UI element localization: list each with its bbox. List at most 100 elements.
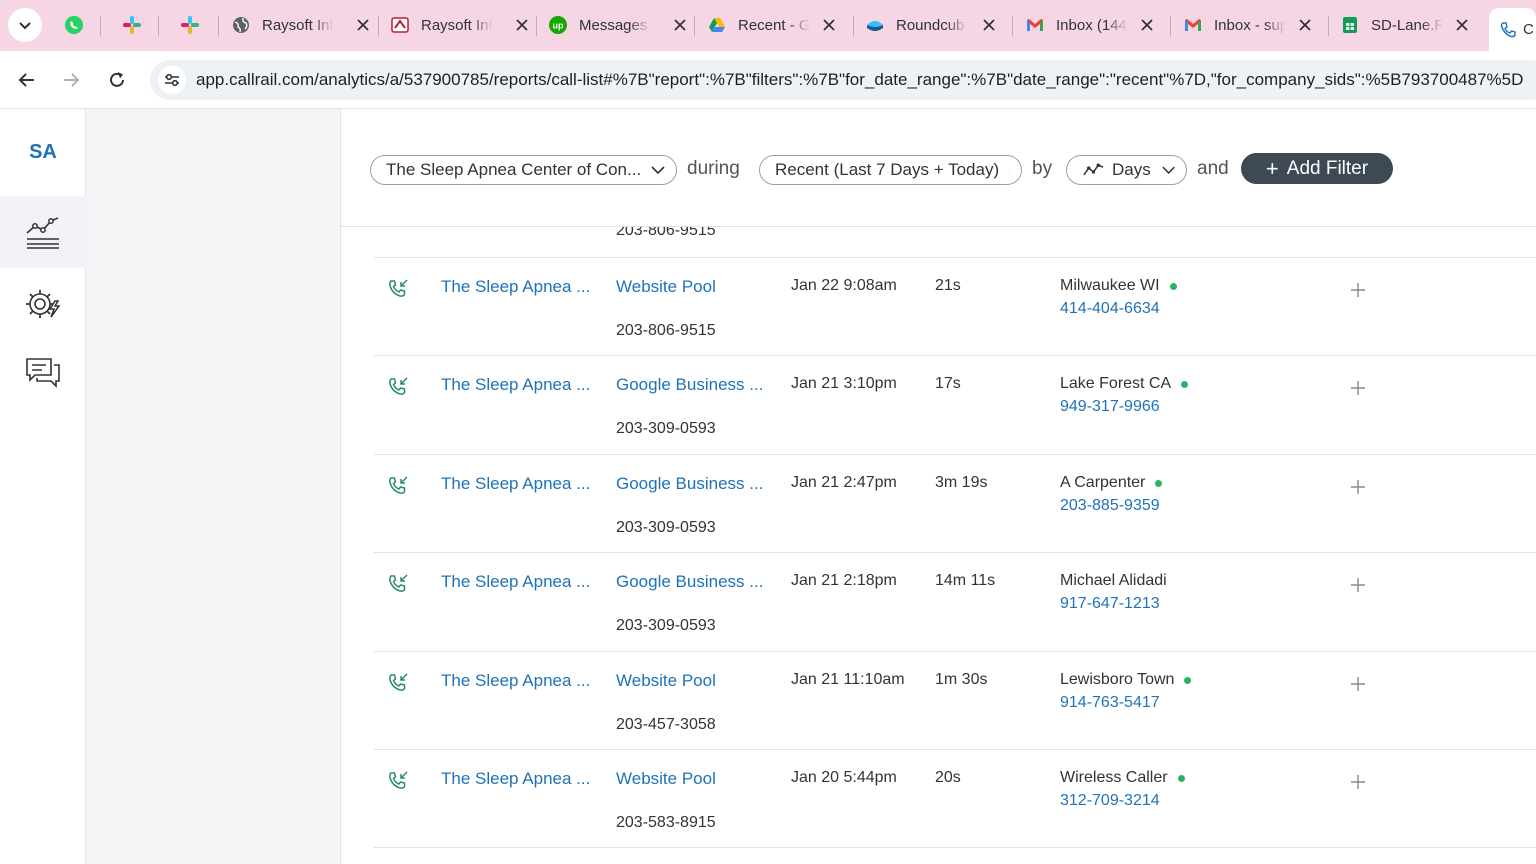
caller-phone-link[interactable]: 203-885-9359 xyxy=(1060,497,1160,515)
tab-close-icon[interactable] xyxy=(513,16,531,34)
source-link[interactable]: Website Pool xyxy=(616,277,716,297)
tab-label: Inbox (144 xyxy=(1056,16,1127,34)
plus-icon: + xyxy=(1265,155,1279,181)
inbound-call-icon xyxy=(389,673,408,691)
add-tag-button[interactable] xyxy=(1348,575,1368,595)
tab-close-icon[interactable] xyxy=(1296,16,1314,34)
back-button[interactable] xyxy=(10,63,44,97)
forward-button[interactable] xyxy=(54,63,88,97)
source-link[interactable]: Website Pool xyxy=(616,769,716,789)
company-filter-value: The Sleep Apnea Center of Con... xyxy=(386,160,640,179)
company-link[interactable]: The Sleep Apnea ... xyxy=(441,375,590,395)
chevron-down-icon xyxy=(1162,166,1175,174)
tab-label: Roundcub xyxy=(896,16,965,34)
tab-label: Raysoft Inf xyxy=(421,16,493,34)
tab-gmail-inbox-1[interactable]: Inbox (144 xyxy=(1026,8,1156,42)
tab-close-icon[interactable] xyxy=(1453,16,1471,34)
slack-icon xyxy=(123,16,141,34)
call-row[interactable]: The Sleep Apnea ... Google Business ... … xyxy=(374,355,1536,453)
nav-conversations[interactable] xyxy=(0,337,86,409)
tab-callrail-active[interactable]: C xyxy=(1489,8,1536,51)
interval-value: Days xyxy=(1112,160,1151,179)
caller-name-text: Lake Forest CA xyxy=(1060,375,1172,392)
call-row[interactable]: The Sleep Apnea ... Google Business ... … xyxy=(374,454,1536,552)
chevron-down-icon xyxy=(1009,169,1011,171)
caller-phone-link[interactable]: 949-317-9966 xyxy=(1060,398,1160,416)
call-duration: 17s xyxy=(935,375,961,392)
globe-icon xyxy=(233,17,249,33)
tab-separator xyxy=(694,16,695,36)
company-link[interactable]: The Sleep Apnea ... xyxy=(441,277,590,297)
address-bar[interactable]: app.callrail.com/analytics/a/537900785/r… xyxy=(150,60,1536,100)
tab-raysoft-1[interactable]: Raysoft Inf xyxy=(232,8,372,42)
tab-messages[interactable]: up Messages xyxy=(549,8,689,42)
arrow-left-icon xyxy=(18,73,34,87)
tab-separator xyxy=(1328,16,1329,36)
caller-name: Milwaukee WI xyxy=(1060,277,1177,295)
account-switcher[interactable]: SA xyxy=(0,141,86,164)
inbound-call-icon xyxy=(389,574,408,592)
source-link[interactable]: Google Business ... xyxy=(616,572,763,592)
whatsapp-icon xyxy=(65,16,83,34)
add-tag-button[interactable] xyxy=(1348,280,1368,300)
add-tag-button[interactable] xyxy=(1348,772,1368,792)
pinned-tab-whatsapp[interactable] xyxy=(58,10,90,40)
company-link[interactable]: The Sleep Apnea ... xyxy=(441,572,590,592)
tab-close-icon[interactable] xyxy=(671,16,689,34)
url-text: app.callrail.com/analytics/a/537900785/r… xyxy=(196,70,1524,89)
reload-button[interactable] xyxy=(100,63,134,97)
tab-raysoft-2[interactable]: Raysoft Inf xyxy=(391,8,531,42)
new-caller-indicator xyxy=(1181,380,1189,388)
call-row[interactable]: The Sleep Apnea ... Website Pool 203-457… xyxy=(374,651,1536,749)
tab-close-icon[interactable] xyxy=(1138,16,1156,34)
new-caller-indicator xyxy=(1169,282,1177,290)
company-link[interactable]: The Sleep Apnea ... xyxy=(441,474,590,494)
by-label: by xyxy=(1032,158,1053,179)
interval-dropdown[interactable]: Days xyxy=(1066,155,1187,185)
app-nav-rail: SA xyxy=(0,109,86,864)
nav-analytics[interactable] xyxy=(0,196,86,268)
caller-phone-link[interactable]: 414-404-6634 xyxy=(1060,300,1160,318)
add-tag-button[interactable] xyxy=(1348,477,1368,497)
company-link[interactable]: The Sleep Apnea ... xyxy=(441,769,590,789)
caller-phone-link[interactable]: 917-647-1213 xyxy=(1060,595,1160,613)
chat-bubbles-icon xyxy=(26,358,60,388)
tab-google-drive[interactable]: Recent - G xyxy=(708,8,838,42)
call-duration: 21s xyxy=(935,277,961,294)
tab-separator xyxy=(218,16,219,36)
tab-separator xyxy=(853,16,854,36)
call-row[interactable]: The Sleep Apnea ... Google Business ... … xyxy=(374,552,1536,650)
roundcube-icon xyxy=(867,21,883,31)
source-link[interactable]: Google Business ... xyxy=(616,375,763,395)
source-link[interactable]: Google Business ... xyxy=(616,474,763,494)
tab-close-icon[interactable] xyxy=(820,16,838,34)
call-row[interactable]: The Sleep Apnea ... Website Pool 203-583… xyxy=(374,749,1536,847)
add-filter-button[interactable]: + Add Filter xyxy=(1241,153,1393,184)
plus-icon xyxy=(1351,381,1365,395)
company-link[interactable]: The Sleep Apnea ... xyxy=(441,671,590,691)
call-duration: 20s xyxy=(935,769,961,786)
plus-icon xyxy=(1351,480,1365,494)
tune-icon xyxy=(165,73,179,87)
company-filter-dropdown[interactable]: The Sleep Apnea Center of Con... xyxy=(370,155,677,185)
tab-google-sheets[interactable]: SD-Lane.R xyxy=(1341,8,1471,42)
add-tag-button[interactable] xyxy=(1348,674,1368,694)
pinned-tab-slack[interactable] xyxy=(116,10,148,40)
caller-phone-link[interactable]: 914-763-5417 xyxy=(1060,694,1160,712)
site-info-button[interactable] xyxy=(158,66,186,94)
caller-phone-link[interactable]: 312-709-3214 xyxy=(1060,792,1160,810)
source-link[interactable]: Website Pool xyxy=(616,671,716,691)
date-range-dropdown[interactable]: Recent (Last 7 Days + Today) xyxy=(759,155,1022,185)
tab-close-icon[interactable] xyxy=(354,16,372,34)
pinned-tab-slack-2[interactable] xyxy=(174,10,206,40)
tab-label: Raysoft Inf xyxy=(262,16,334,34)
nav-settings[interactable] xyxy=(0,268,86,340)
tab-close-icon[interactable] xyxy=(980,16,998,34)
call-row[interactable]: The Sleep Apnea ... Website Pool 203-806… xyxy=(374,257,1536,355)
add-tag-button[interactable] xyxy=(1348,378,1368,398)
reports-sidebar xyxy=(86,109,341,864)
tab-roundcube[interactable]: Roundcub xyxy=(866,8,998,42)
tab-search-button[interactable] xyxy=(8,8,42,42)
call-list: 203-806-9515 The Sleep Apnea ... Website… xyxy=(341,227,1536,864)
tab-gmail-inbox-2[interactable]: Inbox - sup xyxy=(1184,8,1314,42)
